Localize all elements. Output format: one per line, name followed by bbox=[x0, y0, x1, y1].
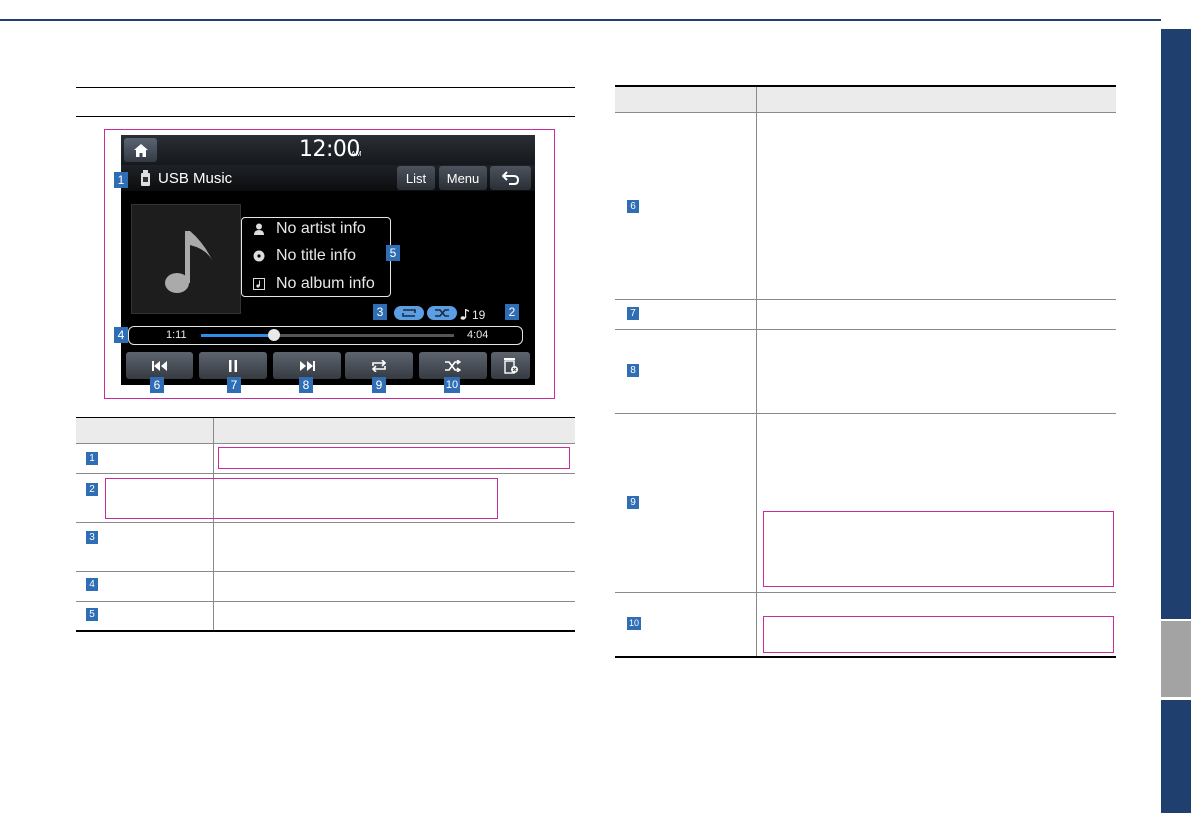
callout-4: 4 bbox=[114, 327, 128, 343]
title-text: No title info bbox=[276, 247, 357, 264]
delete-icon bbox=[503, 358, 518, 374]
music-note-icon bbox=[165, 231, 212, 293]
side-tab-lower bbox=[1161, 700, 1191, 813]
right-row-9-highlight bbox=[763, 511, 1114, 587]
pause-icon bbox=[229, 359, 237, 372]
left-row-rule-1 bbox=[76, 473, 575, 474]
header-rule bbox=[0, 19, 1161, 21]
repeat-status-icon bbox=[394, 306, 424, 320]
right-row-10-highlight bbox=[763, 616, 1114, 653]
elapsed-time: 1:11 bbox=[166, 329, 187, 341]
track-note-icon bbox=[460, 309, 469, 320]
artist-icon bbox=[254, 223, 264, 235]
callout-3: 3 bbox=[373, 304, 387, 320]
back-button[interactable] bbox=[490, 166, 531, 190]
right-table-divider bbox=[756, 87, 757, 656]
right-row-8-badge: 8 bbox=[627, 364, 639, 377]
delete-button[interactable] bbox=[491, 352, 530, 379]
next-icon bbox=[300, 360, 315, 371]
previous-icon bbox=[151, 360, 167, 371]
usb-icon bbox=[141, 170, 150, 186]
left-table-bottom-rule bbox=[76, 630, 575, 632]
left-table-divider bbox=[213, 418, 214, 630]
title-icon bbox=[253, 250, 265, 262]
device-screen: 12:00 AM USB Music List Menu No artist i… bbox=[121, 135, 535, 385]
repeat-icon bbox=[371, 359, 387, 372]
pause-button[interactable] bbox=[199, 352, 267, 379]
album-art bbox=[131, 204, 241, 314]
repeat-button[interactable] bbox=[345, 352, 413, 379]
right-row-rule-4 bbox=[615, 592, 1116, 593]
shuffle-button[interactable] bbox=[419, 352, 487, 379]
callout-6: 6 bbox=[150, 377, 164, 393]
left-row-5-badge: 5 bbox=[86, 608, 98, 621]
callout-5: 5 bbox=[386, 245, 400, 261]
left-row-2-badge: 2 bbox=[86, 483, 98, 496]
callout-2: 2 bbox=[505, 304, 519, 320]
left-row-2-highlight bbox=[105, 478, 498, 519]
right-row-rule-1 bbox=[615, 299, 1116, 300]
left-row-3-badge: 3 bbox=[86, 531, 98, 544]
left-table-header bbox=[76, 418, 575, 443]
right-row-rule-3 bbox=[615, 413, 1116, 414]
clock-ampm: AM bbox=[351, 151, 362, 158]
callout-8: 8 bbox=[299, 377, 313, 393]
shuffle-status-icon bbox=[427, 306, 457, 320]
callout-7: 7 bbox=[227, 377, 241, 393]
right-row-7-badge: 7 bbox=[627, 307, 639, 320]
section-rule-top bbox=[76, 87, 575, 88]
progress-bar[interactable] bbox=[201, 329, 454, 341]
right-table-header bbox=[615, 87, 1116, 112]
callout-9: 9 bbox=[372, 377, 386, 393]
source-label: USB Music bbox=[158, 170, 233, 187]
list-button-label: List bbox=[405, 170, 427, 186]
total-time: 4:04 bbox=[467, 329, 489, 341]
callout-1: 1 bbox=[114, 172, 128, 188]
right-row-6-badge: 6 bbox=[627, 200, 639, 213]
progress-fill bbox=[201, 334, 275, 337]
left-table-header-rule bbox=[76, 443, 575, 444]
menu-button-label: Menu bbox=[446, 170, 480, 186]
right-row-rule-2 bbox=[615, 329, 1116, 330]
right-table-bottom-rule bbox=[615, 656, 1116, 658]
right-table-header-rule bbox=[615, 112, 1116, 113]
section-rule-bottom bbox=[76, 116, 575, 117]
album-icon bbox=[253, 278, 265, 290]
left-row-1-badge: 1 bbox=[86, 452, 98, 465]
previous-button[interactable] bbox=[126, 352, 193, 379]
left-row-1-highlight bbox=[218, 447, 570, 469]
home-button[interactable] bbox=[124, 138, 157, 162]
list-button[interactable]: List bbox=[397, 166, 435, 190]
menu-button[interactable]: Menu bbox=[439, 166, 487, 190]
left-row-4-badge: 4 bbox=[86, 578, 98, 591]
next-button[interactable] bbox=[273, 352, 341, 379]
left-row-rule-3 bbox=[76, 571, 575, 572]
shuffle-icon bbox=[445, 359, 461, 372]
track-number: 19 bbox=[472, 308, 486, 322]
right-row-10-badge: 10 bbox=[627, 617, 641, 630]
side-tab-upper bbox=[1161, 29, 1191, 619]
callout-10: 10 bbox=[444, 377, 460, 393]
left-row-rule-4 bbox=[76, 601, 575, 602]
album-text: No album info bbox=[276, 275, 375, 292]
artist-text: No artist info bbox=[276, 220, 366, 237]
side-tab-current bbox=[1161, 621, 1191, 697]
home-icon bbox=[133, 143, 148, 157]
left-row-rule-2 bbox=[76, 522, 575, 523]
back-icon bbox=[501, 171, 519, 185]
right-row-9-badge: 9 bbox=[627, 496, 639, 509]
clock: 12:00 bbox=[299, 137, 360, 162]
